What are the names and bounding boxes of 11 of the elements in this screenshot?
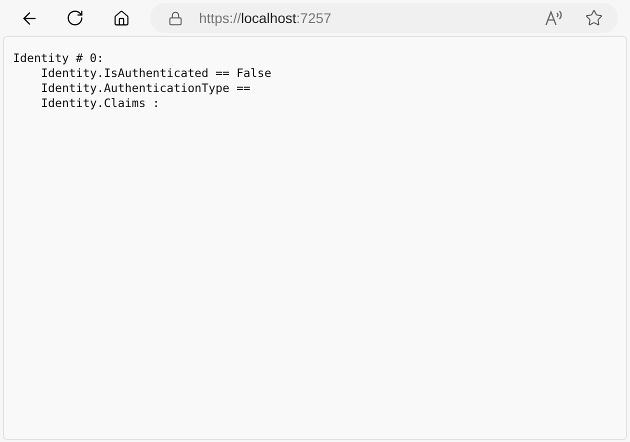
- star-icon: [585, 9, 603, 27]
- identity-property: Identity.Claims :: [40, 96, 160, 111]
- address-bar[interactable]: https://localhost:7257: [150, 3, 618, 33]
- identity-property: Identity.IsAuthenticated == False: [40, 66, 272, 81]
- refresh-icon: [66, 9, 84, 27]
- identity-heading: Identity # 0:: [13, 51, 104, 66]
- url-text: https://localhost:7257: [199, 8, 332, 28]
- identity-property: Identity.AuthenticationType ==: [40, 81, 250, 96]
- lock-icon: [168, 10, 183, 26]
- home-icon: [112, 10, 130, 26]
- read-aloud-icon: [544, 9, 564, 27]
